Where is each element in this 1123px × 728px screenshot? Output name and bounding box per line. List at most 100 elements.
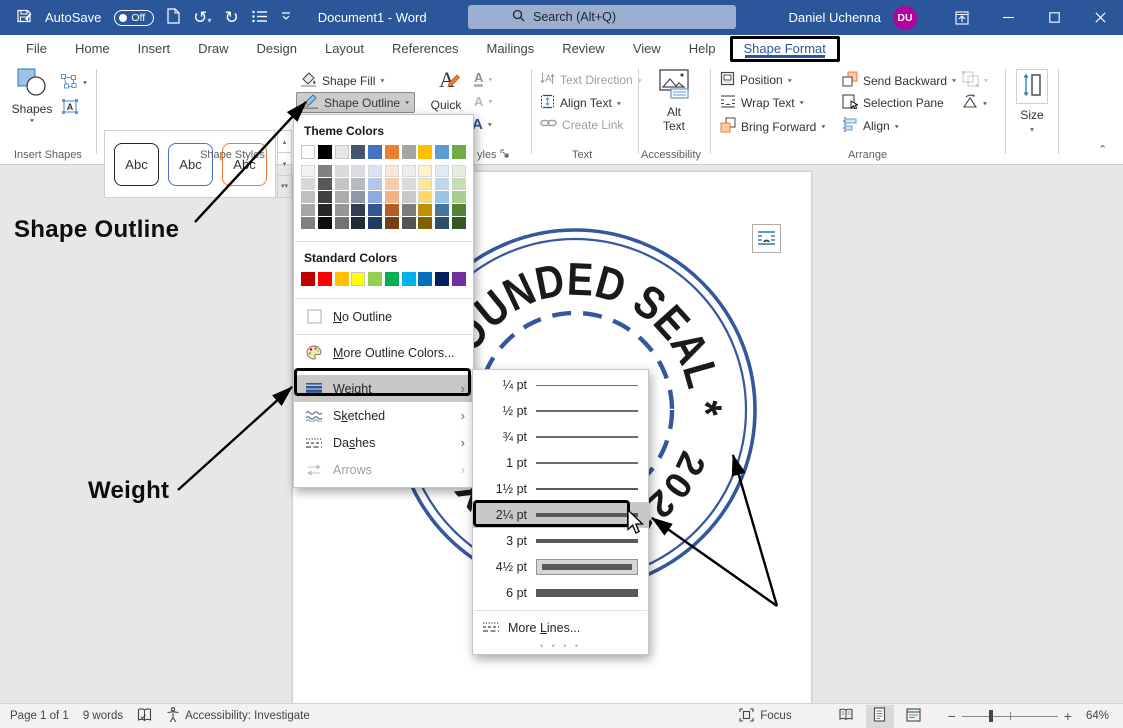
theme-color-swatch-6[interactable] <box>385 145 399 159</box>
text-direction-button[interactable]: AText Direction▾ <box>540 71 642 89</box>
theme-color-swatch-10[interactable] <box>452 145 466 159</box>
edit-shape-button[interactable]: ▾ <box>60 73 87 92</box>
standard-color-swatch-9[interactable] <box>435 272 449 286</box>
color-variant-swatch[interactable] <box>351 191 365 203</box>
color-variant-swatch[interactable] <box>301 204 315 216</box>
size-button[interactable]: Size ▾ <box>1014 69 1050 134</box>
shape-outline-button[interactable]: Shape Outline▾ <box>296 92 415 113</box>
color-variant-swatch[interactable] <box>351 165 365 177</box>
gallery-up-icon[interactable]: ▴ <box>277 130 292 153</box>
color-variant-swatch[interactable] <box>335 165 349 177</box>
color-variant-swatch[interactable] <box>335 178 349 190</box>
color-variant-swatch[interactable] <box>402 217 416 229</box>
menu-resize-grip[interactable]: • • • • <box>473 641 648 654</box>
color-variant-swatch[interactable] <box>385 204 399 216</box>
menu-item-weight[interactable]: Weight› <box>294 375 473 402</box>
color-variant-swatch[interactable] <box>368 191 382 203</box>
standard-color-swatch-2[interactable] <box>318 272 332 286</box>
layout-options-button[interactable] <box>752 224 781 253</box>
color-variant-swatch[interactable] <box>318 191 332 203</box>
wrap-text-button[interactable]: Wrap Text▾ <box>720 94 804 111</box>
tab-home[interactable]: Home <box>61 36 124 62</box>
color-variant-swatch[interactable] <box>301 217 315 229</box>
tab-layout[interactable]: Layout <box>311 36 378 62</box>
color-variant-swatch[interactable] <box>318 204 332 216</box>
color-variant-swatch[interactable] <box>318 217 332 229</box>
save-icon[interactable] <box>16 8 32 27</box>
rotate-button[interactable]: ▾ <box>962 94 987 112</box>
color-variant-swatch[interactable] <box>418 217 432 229</box>
tab-review[interactable]: Review <box>548 36 619 62</box>
color-variant-swatch[interactable] <box>435 204 449 216</box>
text-effects-button[interactable]: A▾ <box>472 116 492 133</box>
color-variant-swatch[interactable] <box>318 178 332 190</box>
accessibility-status[interactable]: Accessibility: Investigate <box>166 707 310 725</box>
color-variant-swatch[interactable] <box>452 178 466 190</box>
undo-icon[interactable]: ↺▾ <box>193 8 211 28</box>
color-variant-swatch[interactable] <box>368 178 382 190</box>
color-variant-swatch[interactable] <box>418 178 432 190</box>
minimize-icon[interactable] <box>985 0 1031 35</box>
proofing-icon[interactable] <box>137 708 152 725</box>
collapse-ribbon-icon[interactable]: ⌃ <box>1098 143 1107 156</box>
color-variant-swatch[interactable] <box>402 165 416 177</box>
color-variant-swatch[interactable] <box>402 178 416 190</box>
tab-references[interactable]: References <box>378 36 472 62</box>
gallery-down-icon[interactable]: ▾ <box>277 153 292 175</box>
menu-item-more-lines[interactable]: More Lines... <box>473 615 648 641</box>
send-backward-button[interactable]: Send Backward▾ <box>842 71 956 90</box>
weight-option-¾-pt[interactable]: ¾ pt <box>473 424 648 450</box>
tab-insert[interactable]: Insert <box>124 36 185 62</box>
color-variant-swatch[interactable] <box>435 191 449 203</box>
theme-color-swatch-5[interactable] <box>368 145 382 159</box>
color-variant-swatch[interactable] <box>318 165 332 177</box>
theme-color-swatch-3[interactable] <box>335 145 349 159</box>
weight-option-1½-pt[interactable]: 1½ pt <box>473 476 648 502</box>
dialog-launcher-icon[interactable] <box>500 149 509 161</box>
color-variant-swatch[interactable] <box>351 204 365 216</box>
theme-color-swatch-1[interactable] <box>301 145 315 159</box>
position-button[interactable]: Position▾ <box>720 71 792 89</box>
theme-color-swatch-9[interactable] <box>435 145 449 159</box>
weight-option-2¼-pt[interactable]: 2¼ pt <box>473 502 648 528</box>
create-link-button[interactable]: Create Link <box>540 117 623 132</box>
ribbon-display-options-icon[interactable] <box>939 0 985 35</box>
tab-help[interactable]: Help <box>675 36 730 62</box>
page-number-status[interactable]: Page 1 of 1 <box>10 710 69 722</box>
read-mode-button[interactable] <box>832 705 860 728</box>
color-variant-swatch[interactable] <box>435 165 449 177</box>
color-variant-swatch[interactable] <box>435 217 449 229</box>
text-box-button[interactable]: A <box>62 99 78 117</box>
standard-color-swatch-6[interactable] <box>385 272 399 286</box>
color-variant-swatch[interactable] <box>452 165 466 177</box>
bullet-list-icon[interactable] <box>252 10 268 26</box>
weight-option-¼-pt[interactable]: ¼ pt <box>473 372 648 398</box>
theme-color-swatch-2[interactable] <box>318 145 332 159</box>
color-variant-swatch[interactable] <box>418 165 432 177</box>
theme-color-swatch-4[interactable] <box>351 145 365 159</box>
color-variant-swatch[interactable] <box>351 178 365 190</box>
color-variant-swatch[interactable] <box>368 217 382 229</box>
align-button[interactable]: Align▾ <box>842 117 899 135</box>
color-variant-swatch[interactable] <box>368 165 382 177</box>
color-variant-swatch[interactable] <box>435 178 449 190</box>
tab-draw[interactable]: Draw <box>184 36 242 62</box>
menu-item-no-outline[interactable]: No Outline <box>294 303 473 330</box>
tab-mailings[interactable]: Mailings <box>473 36 549 62</box>
search-box[interactable]: Search (Alt+Q) <box>468 5 736 29</box>
gallery-more-icon[interactable]: ▾▾ <box>277 176 292 198</box>
theme-color-swatch-7[interactable] <box>402 145 416 159</box>
color-variant-swatch[interactable] <box>452 217 466 229</box>
color-variant-swatch[interactable] <box>385 178 399 190</box>
shape-style-preset-1[interactable]: Abc <box>114 143 159 186</box>
color-variant-swatch[interactable] <box>402 204 416 216</box>
standard-color-swatch-5[interactable] <box>368 272 382 286</box>
zoom-slider[interactable] <box>962 710 1058 722</box>
autosave-toggle[interactable]: Off <box>114 10 154 26</box>
redo-icon[interactable]: ↻ <box>224 8 238 28</box>
selection-pane-button[interactable]: Selection Pane <box>842 94 944 112</box>
color-variant-swatch[interactable] <box>301 178 315 190</box>
zoom-out-icon[interactable]: − <box>948 708 956 724</box>
text-fill-button[interactable]: A▾ <box>474 71 492 87</box>
new-document-icon[interactable] <box>167 8 180 27</box>
